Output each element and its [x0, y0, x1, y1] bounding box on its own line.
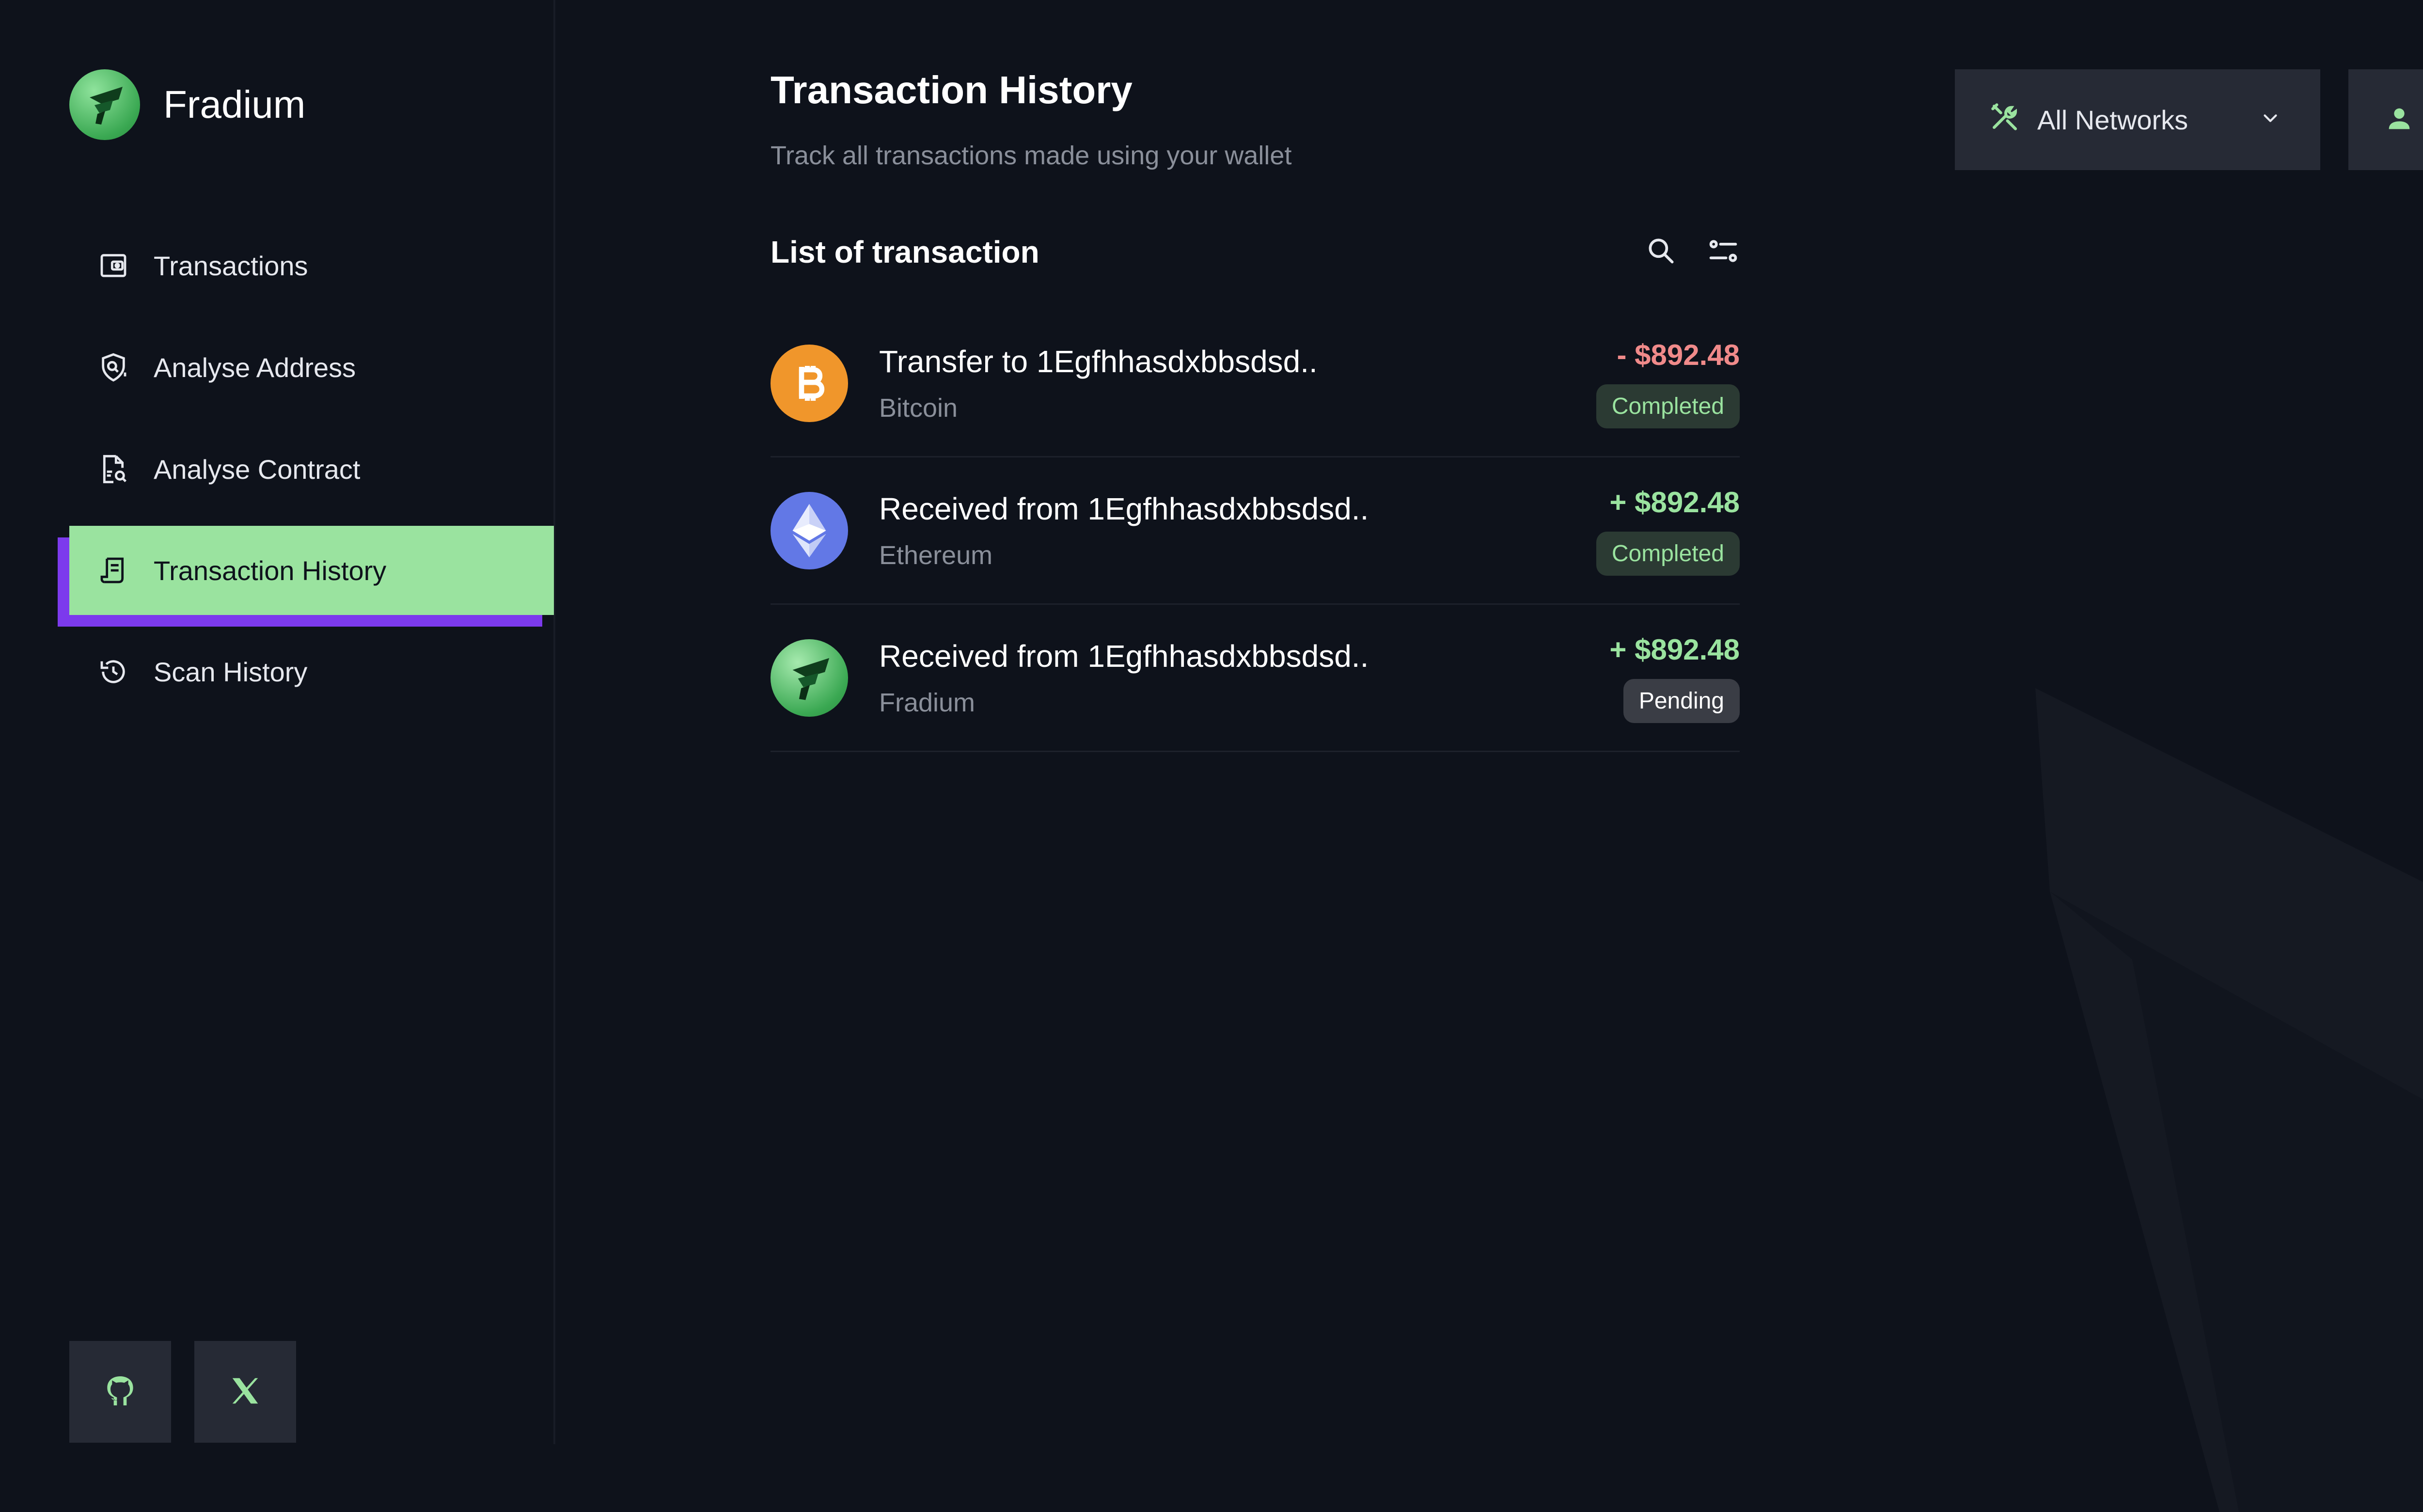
sidebar-item-label: Analyse Address — [154, 352, 356, 383]
search-icon[interactable] — [1645, 235, 1678, 270]
document-search-icon — [96, 452, 130, 486]
ethereum-icon — [771, 491, 848, 569]
list-title: List of transaction — [771, 235, 1039, 269]
history-icon — [96, 655, 130, 689]
fradium-icon — [771, 639, 848, 717]
app-name: Fradium — [163, 83, 306, 126]
x-icon — [228, 1374, 262, 1410]
sidebar-nav: Transactions Analyse Address Analyse Con… — [69, 220, 554, 728]
app-logo[interactable]: Fradium — [69, 69, 305, 140]
list-header: List of transaction — [771, 228, 1740, 276]
row-title: Received from 1Egfhhasdxbbsdsd.. — [879, 638, 1369, 674]
row-network: Ethereum — [879, 540, 993, 570]
row-amount: + $892.48 — [1609, 633, 1740, 666]
list-item[interactable]: Received from 1Egfhhasdxbbsdsd.. Ethereu… — [771, 457, 1740, 605]
fradium-logo-icon — [69, 69, 140, 140]
row-right: + $892.48 Pending — [1609, 633, 1740, 723]
status-badge: Completed — [1596, 531, 1740, 576]
list-tools — [1645, 235, 1740, 270]
row-amount: - $892.48 — [1617, 338, 1740, 371]
shield-search-icon — [96, 350, 130, 384]
filter-icon[interactable] — [1707, 235, 1740, 270]
wallet-icon — [96, 249, 130, 283]
sidebar-item-transactions[interactable]: Transactions — [69, 220, 554, 311]
user-icon — [2384, 103, 2415, 137]
row-info: Received from 1Egfhhasdxbbsdsd.. Ethereu… — [879, 491, 1596, 570]
sidebar-item-analyse-address[interactable]: Analyse Address — [69, 322, 554, 412]
list-item[interactable]: Transfer to 1Egfhhasdxbbsdsd.. Bitcoin -… — [771, 310, 1740, 457]
row-network: Fradium — [879, 688, 975, 717]
github-icon — [101, 1371, 140, 1413]
user-button[interactable] — [2348, 69, 2423, 170]
page-title: Transaction History — [771, 68, 1133, 111]
sidebar-item-label: Transactions — [154, 250, 308, 281]
page-subtitle: Track all transactions made using your w… — [771, 141, 1292, 170]
sidebar-item-label: Analyse Contract — [154, 454, 361, 485]
row-title: Transfer to 1Egfhhasdxbbsdsd.. — [879, 344, 1318, 379]
sidebar-item-transaction-history[interactable]: Transaction History — [69, 526, 554, 615]
receipt-icon — [96, 553, 130, 587]
bitcoin-icon — [771, 344, 848, 422]
list-item[interactable]: Received from 1Egfhhasdxbbsdsd.. Fradium… — [771, 605, 1740, 752]
row-network: Bitcoin — [879, 393, 958, 423]
status-badge: Pending — [1623, 678, 1740, 723]
sidebar-item-label: Scan History — [154, 656, 308, 687]
transaction-list: Transfer to 1Egfhhasdxbbsdsd.. Bitcoin -… — [771, 310, 1740, 752]
background-shape — [2035, 688, 2423, 1512]
sidebar-item-label: Transaction History — [154, 555, 387, 586]
network-select-value: All Networks — [2037, 104, 2188, 135]
sidebar: Fradium Transactions Analyse Address Ana… — [0, 0, 555, 1444]
x-button[interactable] — [194, 1341, 296, 1443]
row-info: Transfer to 1Egfhhasdxbbsdsd.. Bitcoin — [879, 344, 1596, 423]
sidebar-item-analyse-contract[interactable]: Analyse Contract — [69, 424, 554, 514]
row-amount: + $892.48 — [1609, 486, 1740, 519]
github-button[interactable] — [69, 1341, 171, 1443]
social-links — [69, 1341, 296, 1443]
status-badge: Completed — [1596, 384, 1740, 428]
tools-icon — [1989, 101, 2021, 139]
sidebar-item-scan-history[interactable]: Scan History — [69, 627, 554, 717]
chevron-down-icon — [2259, 104, 2281, 136]
row-title: Received from 1Egfhhasdxbbsdsd.. — [879, 491, 1369, 526]
row-info: Received from 1Egfhhasdxbbsdsd.. Fradium — [879, 638, 1609, 718]
row-right: - $892.48 Completed — [1596, 338, 1740, 428]
network-select[interactable]: All Networks — [1955, 69, 2320, 170]
row-right: + $892.48 Completed — [1596, 486, 1740, 576]
